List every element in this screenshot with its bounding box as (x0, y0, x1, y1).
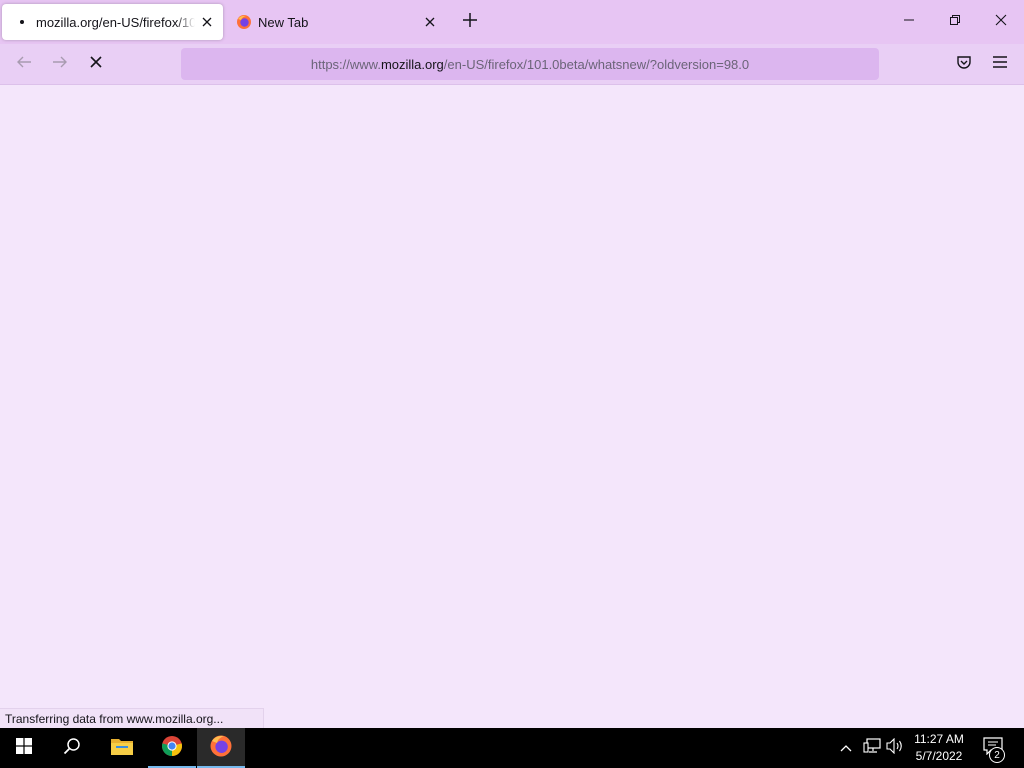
windows-logo-icon (16, 737, 32, 759)
minimize-icon (903, 13, 915, 31)
chrome-button[interactable] (148, 728, 196, 768)
tab-title: mozilla.org/en-US/firefox/101.0beta/what… (36, 14, 195, 30)
restore-button[interactable] (932, 0, 978, 44)
close-tab-icon[interactable] (418, 10, 442, 34)
firefox-icon (209, 734, 233, 763)
forward-button[interactable] (45, 49, 75, 79)
tab-title: New Tab (258, 14, 309, 30)
network-button[interactable] (860, 728, 884, 768)
pocket-icon (956, 54, 972, 75)
network-icon (863, 737, 881, 759)
navigation-toolbar: https://www. mozilla.org/en-US/firefox/10… (0, 44, 1024, 85)
speaker-icon (886, 737, 904, 759)
stop-loading-button[interactable] (81, 49, 111, 79)
arrow-right-icon (52, 54, 68, 75)
file-explorer-button[interactable] (98, 728, 146, 768)
tab-mozilla-whatsnew[interactable]: mozilla.org/en-US/firefox/101.0beta/what… (2, 4, 223, 40)
firefox-icon (236, 14, 252, 30)
clock-time: 11:27 AM (914, 732, 964, 746)
plus-icon (463, 12, 477, 32)
taskbar-clock[interactable]: 11:27 AM 5/7/2022 (906, 728, 972, 768)
address-bar[interactable]: https://www. mozilla.org/en-US/firefox/10… (181, 48, 879, 80)
hamburger-menu-icon (993, 55, 1007, 73)
app-menu-button[interactable] (985, 49, 1015, 79)
close-window-button[interactable] (978, 0, 1024, 44)
url-prefix: https://www. (310, 56, 381, 72)
page-content (0, 85, 1024, 728)
file-explorer-icon (110, 736, 134, 761)
search-button[interactable] (48, 728, 96, 768)
show-hidden-icons-button[interactable] (836, 728, 856, 768)
loading-dot-icon (14, 14, 30, 30)
close-tab-icon[interactable] (195, 10, 219, 34)
tab-strip: mozilla.org/en-US/firefox/101.0beta/what… (0, 0, 1024, 44)
pocket-button[interactable] (949, 49, 979, 79)
close-icon (995, 13, 1007, 31)
tab-new-tab[interactable]: New Tab (226, 4, 446, 40)
start-button[interactable] (0, 728, 48, 768)
new-tab-button[interactable] (456, 8, 484, 36)
restore-icon (949, 13, 961, 31)
minimize-button[interactable] (886, 0, 932, 44)
clock-date: 5/7/2022 (915, 749, 963, 763)
stop-icon (89, 55, 103, 74)
chrome-icon (161, 735, 183, 762)
search-icon (63, 737, 81, 760)
chevron-up-icon (840, 739, 852, 757)
volume-button[interactable] (884, 728, 906, 768)
arrow-left-icon (16, 54, 32, 75)
back-button[interactable] (9, 49, 39, 79)
firefox-taskbar-button[interactable] (197, 728, 245, 768)
url-path: /en-US/firefox/101.0beta/whatsnew/?oldve… (443, 56, 750, 72)
status-panel: Transferring data from www.mozilla.org..… (0, 708, 264, 728)
notification-count-badge: 2 (989, 747, 1005, 763)
taskbar: 11:27 AM 5/7/2022 (0, 728, 1024, 768)
url-domain: mozilla.org (380, 56, 444, 72)
